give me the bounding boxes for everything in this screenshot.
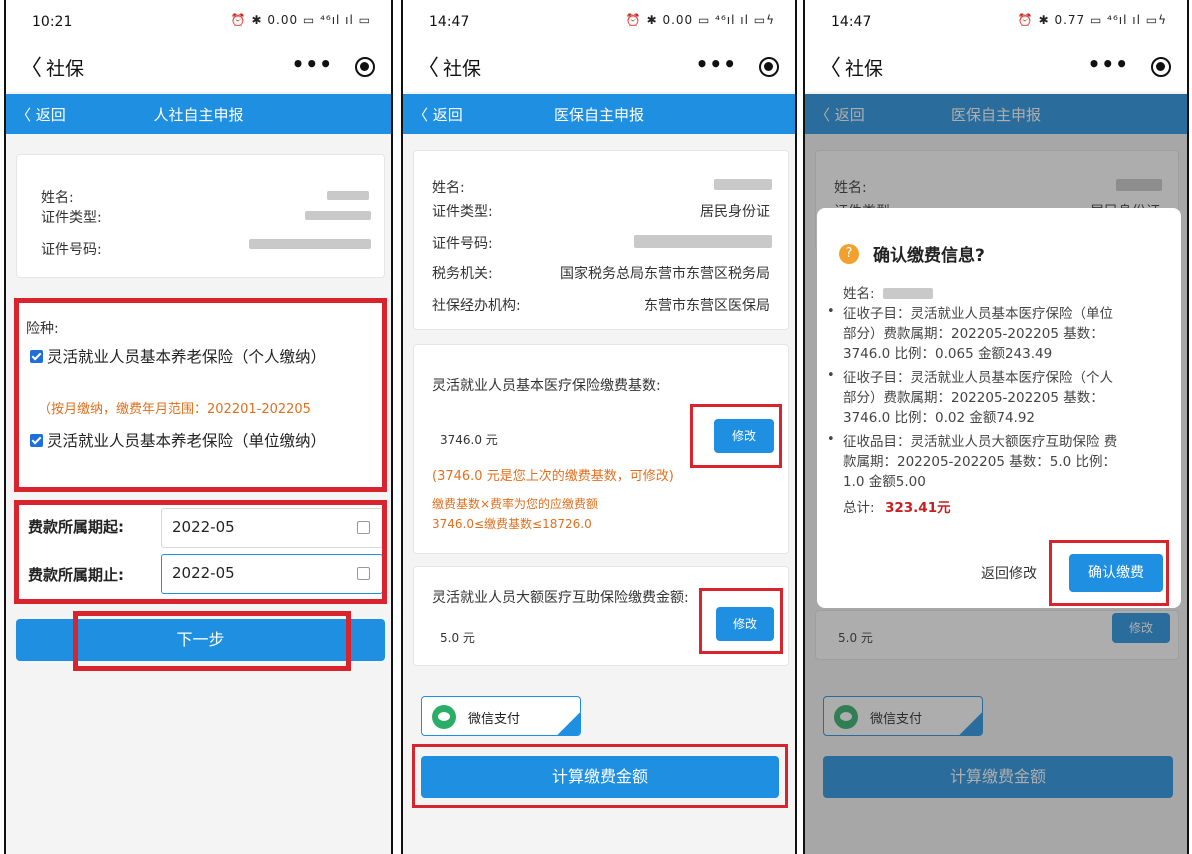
more-menu-icon[interactable]: ••• <box>696 52 737 76</box>
app-title: 社保 <box>46 58 85 80</box>
name-label: 姓名: <box>432 180 465 196</box>
name-label: 姓名: <box>41 190 74 206</box>
redacted-id-number <box>249 239 371 249</box>
status-icons: ⏰ ✱ 0.00 ▭ ⁴⁶ıl ıl ▭ϟ <box>625 13 775 27</box>
mini-program-titlebar: 〈 社保 ••• <box>403 40 795 92</box>
status-icons: ⏰ ✱ 0.00 ▭ ⁴⁶ıl ıl ▭ <box>230 13 371 27</box>
selected-check-icon <box>557 712 580 735</box>
status-bar: 10:21 ⏰ ✱ 0.00 ▭ ⁴⁶ıl ıl ▭ <box>6 0 391 40</box>
highlight-box <box>690 404 782 468</box>
redacted-id-type <box>305 211 371 220</box>
status-time: 10:21 <box>32 14 73 30</box>
item-3-line-3: 1.0 金额5.00 <box>843 474 926 490</box>
agency-value: 东营市东营区医保局 <box>644 298 770 314</box>
id-number-label: 证件号码: <box>432 236 493 252</box>
highlight-box <box>699 588 783 654</box>
highlight-box <box>73 611 351 671</box>
status-bar: 14:47 ⏰ ✱ 0.77 ▭ ⁴⁶ıl ıl ▭ϟ <box>805 0 1187 40</box>
item-2-line-1: 征收子目：灵活就业人员基本医疗保险（个人 <box>843 370 1113 386</box>
more-menu-icon[interactable]: ••• <box>292 52 333 76</box>
bullet-icon: • <box>827 304 835 319</box>
phone-screen-1: 10:21 ⏰ ✱ 0.00 ▭ ⁴⁶ıl ıl ▭ 〈 社保 ••• 〈 返回… <box>4 0 393 854</box>
phone-screen-3: 14:47 ⏰ ✱ 0.77 ▭ ⁴⁶ıl ıl ▭ϟ 〈 社保 ••• 〈 返… <box>803 0 1189 854</box>
tax-office-value: 国家税务总局东营市东营区税务局 <box>560 266 770 282</box>
item-2-line-3: 3746.0 比例：0.02 金额74.92 <box>843 410 1036 426</box>
formula-line-2: 3746.0≤缴费基数≤18726.0 <box>432 517 592 531</box>
total-label: 总计: <box>843 500 875 516</box>
dialog-title: 确认缴费信息? <box>873 246 985 266</box>
id-number-label: 证件号码: <box>41 242 102 258</box>
mini-program-titlebar: 〈 社保 ••• <box>6 40 391 92</box>
bullet-icon: • <box>827 432 835 447</box>
id-type-label: 证件类型: <box>432 204 493 220</box>
back-chevron-icon[interactable]: 〈 <box>819 50 841 82</box>
status-bar: 14:47 ⏰ ✱ 0.00 ▭ ⁴⁶ıl ıl ▭ϟ <box>403 0 795 40</box>
close-target-icon[interactable] <box>1151 57 1171 77</box>
page-title: 医保自主申报 <box>553 106 644 124</box>
app-title: 社保 <box>443 58 482 80</box>
mutual-value: 5.0 元 <box>440 631 475 645</box>
back-chevron-icon[interactable]: 〈 <box>20 50 42 82</box>
id-type-value: 居民身份证 <box>700 204 770 220</box>
id-type-label: 证件类型: <box>41 210 102 226</box>
redacted-name <box>327 191 369 200</box>
mutual-title: 灵活就业人员大额医疗互助保险缴费金额: <box>432 590 689 606</box>
close-target-icon[interactable] <box>355 57 375 77</box>
back-chevron-icon[interactable]: 〈 <box>417 50 439 82</box>
back-to-edit-button[interactable]: 返回修改 <box>981 564 1037 584</box>
tax-office-label: 税务机关: <box>432 266 493 282</box>
item-2-line-2: 部分）费款属期：202205-202205 基数： <box>843 390 1104 406</box>
dialog-name-label: 姓名: <box>843 286 875 302</box>
item-1-line-1: 征收子目：灵活就业人员基本医疗保险（单位 <box>843 306 1113 322</box>
more-menu-icon[interactable]: ••• <box>1088 52 1129 76</box>
page-header: 〈 返回 医保自主申报 <box>403 94 795 134</box>
agency-label: 社保经办机构: <box>432 298 521 314</box>
item-3-line-1: 征收品目：灵活就业人员大额医疗互助保险 费 <box>843 434 1118 450</box>
status-icons: ⏰ ✱ 0.77 ▭ ⁴⁶ıl ıl ▭ϟ <box>1017 13 1167 27</box>
phone-screen-2: 14:47 ⏰ ✱ 0.00 ▭ ⁴⁶ıl ıl ▭ϟ 〈 社保 ••• 〈 返… <box>401 0 797 854</box>
wechat-pay-option[interactable]: 微信支付 <box>421 696 581 736</box>
page-header: 〈 返回 人社自主申报 <box>6 94 391 134</box>
redacted-id-number <box>634 235 772 248</box>
total-value: 323.41元 <box>885 500 951 516</box>
wechat-pay-label: 微信支付 <box>468 712 521 727</box>
item-1-line-2: 部分）费款属期：202205-202205 基数： <box>843 326 1104 342</box>
page-title: 人社自主申报 <box>153 106 244 124</box>
mini-program-titlebar: 〈 社保 ••• <box>805 40 1187 92</box>
base-title: 灵活就业人员基本医疗保险缴费基数: <box>432 378 661 394</box>
base-value: 3746.0 元 <box>440 433 498 447</box>
highlight-box <box>14 298 387 492</box>
item-1-line-3: 3746.0 比例：0.065 金额243.49 <box>843 346 1053 362</box>
question-icon: ? <box>839 244 859 264</box>
item-3-line-2: 款属期：202205-202205 基数：5.0 比例： <box>843 454 1116 470</box>
close-target-icon[interactable] <box>759 57 779 77</box>
formula-line-1: 缴费基数×费率为您的应缴费额 <box>432 497 599 511</box>
redacted-name <box>883 288 933 299</box>
base-note: (3746.0 元是您上次的缴费基数，可修改) <box>432 469 674 484</box>
highlight-box <box>14 500 387 604</box>
bullet-icon: • <box>827 368 835 383</box>
wechat-logo-icon <box>432 705 456 729</box>
redacted-name <box>714 179 772 190</box>
status-time: 14:47 <box>831 14 872 30</box>
highlight-box <box>412 744 788 808</box>
personal-info-card: 姓名: 证件类型: 居民身份证 证件号码: 税务机关: 国家税务总局东营市东营区… <box>413 150 789 330</box>
personal-info-card: 姓名: 证件类型: 证件号码: <box>16 154 385 278</box>
app-title: 社保 <box>845 58 884 80</box>
status-time: 14:47 <box>429 14 470 30</box>
highlight-box <box>1049 540 1169 606</box>
